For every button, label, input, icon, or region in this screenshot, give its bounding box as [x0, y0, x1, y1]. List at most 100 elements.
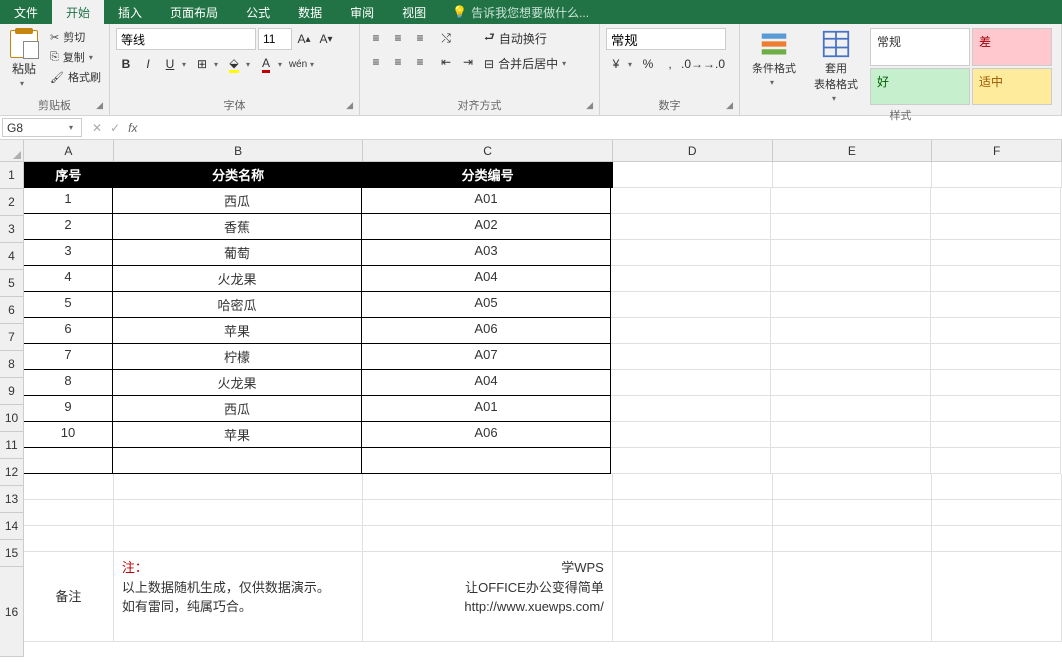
cell-empty[interactable] [613, 552, 773, 642]
row-head-14[interactable]: 14 [0, 513, 24, 540]
cell-code-7[interactable]: A04 [361, 369, 611, 396]
cell-seq-2[interactable]: 3 [24, 239, 113, 266]
cell-name-8[interactable]: 西瓜 [112, 395, 362, 422]
col-head-A[interactable]: A [24, 140, 114, 162]
tab-home[interactable]: 开始 [52, 0, 104, 24]
cell-empty[interactable] [611, 240, 771, 266]
cell-blank[interactable] [773, 474, 933, 500]
merge-center-button[interactable]: ⊟合并后居中▾ [484, 55, 570, 72]
row-head-16[interactable]: 16 [0, 567, 24, 657]
cell-empty[interactable] [931, 370, 1061, 396]
currency-button[interactable]: ¥ [606, 54, 626, 74]
underline-button[interactable]: U [160, 54, 180, 74]
cell-blank[interactable] [24, 474, 114, 500]
cut-button[interactable]: ✂剪切 [48, 28, 103, 46]
cell-empty[interactable] [931, 396, 1061, 422]
cell-empty[interactable] [771, 422, 931, 448]
cell-blank[interactable] [613, 474, 773, 500]
cell-code-3[interactable]: A04 [361, 265, 611, 292]
grow-font-button[interactable]: A▴ [294, 29, 314, 49]
cell-empty[interactable] [611, 214, 771, 240]
cell-blank[interactable] [773, 526, 933, 552]
number-launcher[interactable]: ◢ [726, 100, 733, 111]
cell-blank[interactable] [773, 500, 933, 526]
footer-note[interactable]: 注：以上数据随机生成，仅供数据演示。如有雷同，纯属巧合。 [114, 552, 364, 642]
cell-blank[interactable] [613, 526, 773, 552]
align-right-button[interactable]: ≡ [410, 52, 430, 72]
cell-code-9[interactable]: A06 [361, 421, 611, 448]
cell-code-0[interactable]: A01 [361, 187, 611, 214]
cell-empty[interactable] [611, 396, 771, 422]
cell-empty[interactable] [611, 422, 771, 448]
style-bad[interactable]: 差 [972, 28, 1052, 66]
style-good[interactable]: 好 [870, 68, 970, 106]
name-box[interactable]: G8▾ [2, 118, 82, 137]
cell-empty[interactable] [931, 344, 1061, 370]
cell-empty[interactable] [771, 266, 931, 292]
cell-empty[interactable] [771, 188, 931, 214]
col-head-C[interactable]: C [363, 140, 613, 162]
tab-layout[interactable]: 页面布局 [156, 0, 232, 24]
wrap-text-button[interactable]: ⮐自动换行 [484, 28, 570, 49]
tab-review[interactable]: 审阅 [336, 0, 388, 24]
cell-code-1[interactable]: A02 [361, 213, 611, 240]
clipboard-launcher[interactable]: ◢ [96, 100, 103, 111]
col-head-F[interactable]: F [932, 140, 1062, 162]
cell-empty[interactable] [771, 448, 931, 474]
align-top-button[interactable]: ≡ [366, 28, 386, 48]
cell-empty[interactable] [931, 422, 1061, 448]
cell-seq-4[interactable]: 5 [24, 291, 113, 318]
cell-empty[interactable] [771, 318, 931, 344]
cell-seq-0[interactable]: 1 [24, 187, 113, 214]
cell-empty[interactable] [932, 162, 1062, 188]
cell-empty[interactable] [773, 552, 933, 642]
cell-empty[interactable] [931, 188, 1061, 214]
cell-name-4[interactable]: 哈密瓜 [112, 291, 362, 318]
row-head-1[interactable]: 1 [0, 162, 24, 189]
tab-data[interactable]: 数据 [284, 0, 336, 24]
cell-empty[interactable] [931, 266, 1061, 292]
enter-formula-button[interactable]: ✓ [110, 121, 120, 135]
tab-formulas[interactable]: 公式 [232, 0, 284, 24]
tab-file[interactable]: 文件 [0, 0, 52, 24]
font-launcher[interactable]: ◢ [346, 100, 353, 111]
cell-blank[interactable] [932, 526, 1062, 552]
cell-blank[interactable] [24, 500, 114, 526]
cell-seq-5[interactable]: 6 [24, 317, 113, 344]
cell-name-0[interactable]: 西瓜 [112, 187, 362, 214]
cell-name-2[interactable]: 葡萄 [112, 239, 362, 266]
increase-decimal-button[interactable]: .0→ [682, 54, 702, 74]
cell-name-3[interactable]: 火龙果 [112, 265, 362, 292]
fx-button[interactable]: fx [128, 121, 137, 135]
cell-empty[interactable] [931, 214, 1061, 240]
cell-name-6[interactable]: 柠檬 [112, 343, 362, 370]
cell-empty[interactable] [771, 344, 931, 370]
copy-button[interactable]: ⎘复制▾ [48, 48, 103, 66]
italic-button[interactable]: I [138, 54, 158, 74]
phonetic-button[interactable]: wén [288, 54, 308, 74]
row-head-12[interactable]: 12 [0, 459, 24, 486]
cell-empty[interactable] [611, 344, 771, 370]
paste-button[interactable]: 粘贴 ▾ [6, 28, 42, 95]
cell-name-9[interactable]: 苹果 [112, 421, 362, 448]
col-head-E[interactable]: E [773, 140, 933, 162]
cell-code-6[interactable]: A07 [361, 343, 611, 370]
conditional-format-button[interactable]: 条件格式▾ [746, 28, 802, 105]
header-seq[interactable]: 序号 [24, 162, 114, 188]
indent-decrease-button[interactable]: ⇤ [436, 52, 456, 72]
row-head-13[interactable]: 13 [0, 486, 24, 513]
cell-empty[interactable] [932, 552, 1062, 642]
header-name[interactable]: 分类名称 [114, 162, 364, 188]
cell-name-5[interactable]: 苹果 [112, 317, 362, 344]
col-head-D[interactable]: D [613, 140, 773, 162]
cell-blank[interactable] [114, 500, 364, 526]
cell-empty[interactable] [931, 448, 1061, 474]
number-format-select[interactable] [606, 28, 726, 50]
cell-seq-8[interactable]: 9 [24, 395, 113, 422]
cell-empty[interactable] [613, 162, 773, 188]
font-size-select[interactable] [258, 28, 292, 50]
cell-blank[interactable] [24, 526, 114, 552]
cell-empty[interactable] [931, 318, 1061, 344]
cell-empty[interactable] [771, 396, 931, 422]
bold-button[interactable]: B [116, 54, 136, 74]
